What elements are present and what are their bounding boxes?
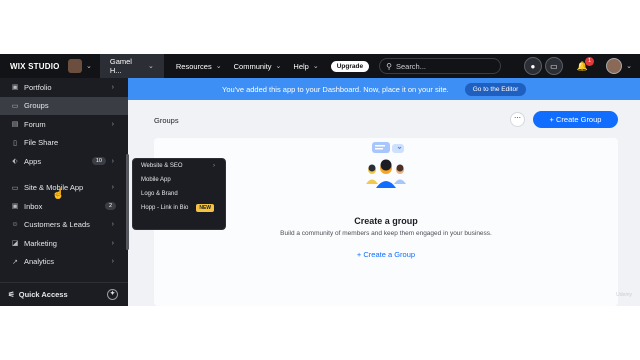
sidebar-item-portfolio[interactable]: ▣ Portfolio › <box>0 78 128 97</box>
inbox-icon: ▣ <box>11 203 19 211</box>
chevron-down-icon: ⌄ <box>275 63 282 70</box>
chevron-right-icon: › <box>111 258 114 266</box>
create-a-group-link[interactable]: + Create a Group <box>154 250 618 259</box>
topbar-right: ● ▭ 🔔 1 ⌄ <box>521 56 632 75</box>
quick-access-button[interactable]: ⚟ Quick Access ✦ <box>0 282 128 306</box>
empty-state-subtitle: Build a community of members and keep th… <box>280 230 492 237</box>
search-input[interactable]: ⚲ Search... <box>379 58 502 74</box>
new-badge: NEW <box>196 204 215 212</box>
hand-cursor-icon: ☝ <box>52 189 65 200</box>
wix-studio-logo: WIX STUDIO <box>10 61 60 71</box>
app-frame: WIX STUDIO ⌄ Gamel H... ⌄ Resources ⌄ Co… <box>0 54 640 306</box>
site-mobile-submenu: Website & SEO › Mobile App Logo & Brand … <box>132 158 226 230</box>
top-bar: WIX STUDIO ⌄ Gamel H... ⌄ Resources ⌄ Co… <box>0 54 640 78</box>
sidebar-item-apps[interactable]: ⬖ Apps 10 › <box>0 152 128 171</box>
chevron-right-icon: › <box>111 221 114 229</box>
chevron-right-icon: › <box>213 163 215 169</box>
community-illustration <box>366 142 406 188</box>
menu-help[interactable]: Help ⌄ <box>293 62 318 71</box>
chevron-right-icon: › <box>111 184 114 192</box>
portfolio-icon: ▣ <box>11 84 19 92</box>
menu-community[interactable]: Community ⌄ <box>234 62 282 71</box>
site-icon: ▭ <box>11 184 19 192</box>
groups-icon: ▭ <box>11 102 19 110</box>
chat-icon[interactable]: ▭ <box>544 57 563 75</box>
site-avatar[interactable] <box>68 59 82 73</box>
udemy-watermark: Udemy <box>616 292 632 298</box>
search-placeholder: Search... <box>395 61 426 71</box>
sidebar-item-analytics[interactable]: ↗ Analytics › <box>0 253 128 272</box>
create-group-button[interactable]: + Create Group <box>533 111 618 128</box>
user-status-icon[interactable]: ● <box>523 57 542 75</box>
notification-badge: 1 <box>585 56 595 66</box>
sidebar-item-file-share[interactable]: ▯ File Share <box>0 134 128 153</box>
file-icon: ▯ <box>13 139 17 147</box>
chevron-down-icon: ⌄ <box>148 63 154 70</box>
sidebar-item-groups[interactable]: ▭ Groups <box>0 96 128 115</box>
profile-avatar[interactable] <box>606 58 623 74</box>
submenu-item-mobile-app[interactable]: Mobile App <box>133 173 225 187</box>
customers-icon: ☺ <box>11 221 19 229</box>
chevron-down-icon: ⌄ <box>312 63 319 70</box>
submenu-item-hopp[interactable]: Hopp - Link in Bio NEW <box>133 201 225 215</box>
sidebar-scrollbar[interactable] <box>126 154 129 250</box>
upgrade-button[interactable]: Upgrade <box>330 60 370 72</box>
lightbulb-icon[interactable]: ✦ <box>107 289 118 300</box>
sidebar-item-marketing[interactable]: ◪ Marketing › <box>0 234 128 253</box>
chevron-right-icon: › <box>111 157 114 165</box>
apps-icon: ⬖ <box>12 158 18 166</box>
site-name: Gamel H... <box>109 57 132 75</box>
bell-icon[interactable]: 🔔 1 <box>577 56 595 72</box>
go-to-editor-button[interactable]: Go to the Editor <box>464 82 527 96</box>
chevron-down-icon: ⌄ <box>215 63 222 70</box>
sidebar-item-customers-leads[interactable]: ☺ Customers & Leads › <box>0 216 128 235</box>
chevron-down-icon[interactable]: ⌄ <box>626 62 632 70</box>
submenu-item-website-seo[interactable]: Website & SEO › <box>133 159 225 173</box>
search-icon: ⚲ <box>386 61 392 71</box>
forum-icon: ▤ <box>11 121 19 129</box>
chevron-right-icon: › <box>111 83 114 91</box>
chevron-right-icon: › <box>111 120 114 128</box>
app-added-banner: You've added this app to your Dashboard.… <box>128 78 640 100</box>
marketing-icon: ◪ <box>11 240 19 248</box>
chevron-down-icon[interactable]: ⌄ <box>86 62 92 70</box>
apps-count-badge: 10 <box>91 157 106 166</box>
submenu-item-logo-brand[interactable]: Logo & Brand <box>133 187 225 201</box>
menu-resources[interactable]: Resources ⌄ <box>176 62 222 71</box>
sidebar-item-forum[interactable]: ▤ Forum › <box>0 115 128 134</box>
more-actions-button[interactable]: ⋯ <box>510 112 525 127</box>
site-selector[interactable]: Gamel H... ⌄ <box>99 54 164 78</box>
page-title: Groups <box>154 116 179 125</box>
quick-access-icon: ⚟ <box>8 290 15 299</box>
chevron-right-icon: › <box>111 239 114 247</box>
analytics-icon: ↗ <box>12 258 18 266</box>
inbox-count-badge: 2 <box>104 202 116 211</box>
banner-message: You've added this app to your Dashboard.… <box>222 84 449 94</box>
